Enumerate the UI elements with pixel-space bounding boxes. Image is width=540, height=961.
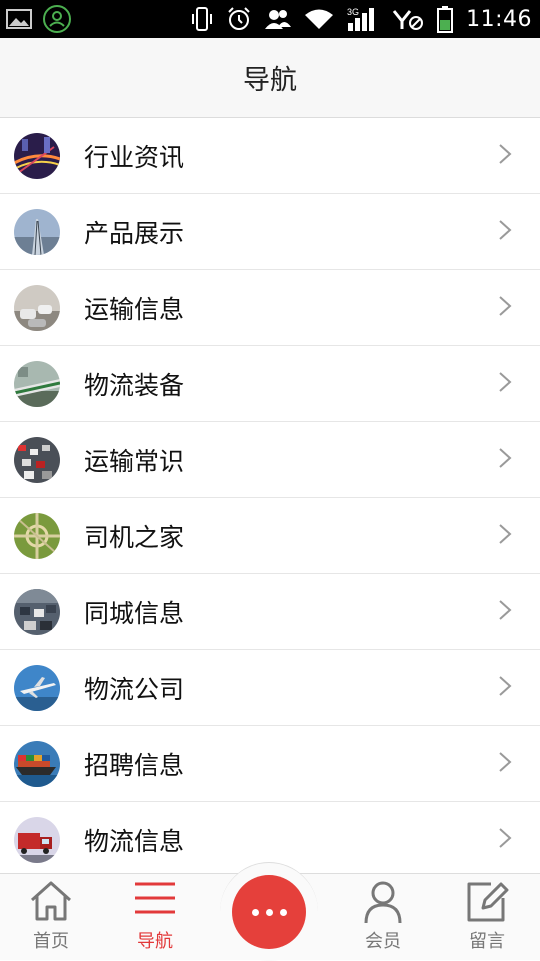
nav-item-industry-news[interactable]: 行业资讯 xyxy=(0,118,540,194)
traffic-road-thumbnail xyxy=(14,284,60,331)
nav-list: 行业资讯 产品展示 运输信息 物流装备 运输常识 司机之家 同城信息 物流公司 … xyxy=(0,118,540,878)
nav-item-transport-info[interactable]: 运输信息 xyxy=(0,270,540,346)
cargo-ship-thumbnail xyxy=(14,740,60,787)
edit-icon xyxy=(465,880,509,928)
more-button[interactable] xyxy=(232,875,306,949)
nav-item-label: 物流信息 xyxy=(84,826,185,856)
nav-item-recruitment[interactable]: 招聘信息 xyxy=(0,726,540,802)
nav-item-label: 物流公司 xyxy=(84,674,185,704)
people-icon xyxy=(264,7,292,31)
city-traffic-thumbnail xyxy=(14,588,60,635)
center-button-backdrop xyxy=(220,862,318,961)
chevron-right-icon xyxy=(498,447,512,473)
railway-bridge-thumbnail xyxy=(14,208,60,255)
no-sim-icon xyxy=(392,7,424,31)
tab-member[interactable]: 会员 xyxy=(333,874,433,960)
chevron-right-icon xyxy=(498,143,512,169)
battery-icon xyxy=(436,5,454,33)
image-icon xyxy=(6,8,32,30)
alarm-icon xyxy=(226,6,252,32)
tab-message[interactable]: 留言 xyxy=(437,874,537,960)
clock-time: 11:46 xyxy=(466,6,532,32)
nav-item-label: 产品展示 xyxy=(84,218,185,248)
tab-home-label: 首页 xyxy=(33,931,69,952)
tab-nav-label: 导航 xyxy=(137,931,173,952)
bottom-tab-bar: 首页 导航 会员 留言 xyxy=(0,862,540,961)
nav-item-transport-knowledge[interactable]: 运输常识 xyxy=(0,422,540,498)
page-title: 导航 xyxy=(243,65,297,96)
wifi-icon xyxy=(304,7,334,31)
nav-item-label: 同城信息 xyxy=(84,598,185,628)
menu-icon xyxy=(133,880,177,920)
chevron-right-icon xyxy=(498,675,512,701)
highway-interchange-thumbnail xyxy=(14,512,60,559)
nav-item-label: 运输常识 xyxy=(84,446,185,476)
more-dots-icon xyxy=(251,908,287,916)
nav-item-label: 行业资讯 xyxy=(84,142,185,172)
chevron-right-icon xyxy=(498,523,512,549)
user-icon xyxy=(363,880,403,928)
traffic-jam-thumbnail xyxy=(14,436,60,483)
train-station-thumbnail xyxy=(14,360,60,407)
nav-item-products[interactable]: 产品展示 xyxy=(0,194,540,270)
chevron-right-icon xyxy=(498,751,512,777)
vibrate-icon xyxy=(190,6,214,32)
home-icon xyxy=(29,880,73,926)
tab-home[interactable]: 首页 xyxy=(1,874,101,960)
nav-item-label: 运输信息 xyxy=(84,294,185,324)
nav-item-logistics-equipment[interactable]: 物流装备 xyxy=(0,346,540,422)
nav-item-label: 招聘信息 xyxy=(84,750,185,780)
page-header: 导航 xyxy=(0,38,540,118)
nav-item-local-info[interactable]: 同城信息 xyxy=(0,574,540,650)
nav-item-driver-home[interactable]: 司机之家 xyxy=(0,498,540,574)
tab-nav[interactable]: 导航 xyxy=(105,874,205,960)
nav-item-logistics-companies[interactable]: 物流公司 xyxy=(0,650,540,726)
network-type-label: 3G xyxy=(347,7,359,17)
nav-item-label: 司机之家 xyxy=(84,522,185,552)
tab-message-label: 留言 xyxy=(469,931,505,952)
chevron-right-icon xyxy=(498,599,512,625)
night-highway-thumbnail xyxy=(14,132,60,179)
chevron-right-icon xyxy=(498,219,512,245)
signal-icon: 3G xyxy=(346,5,380,33)
chevron-right-icon xyxy=(498,827,512,853)
chevron-right-icon xyxy=(498,371,512,397)
tab-member-label: 会员 xyxy=(365,931,401,952)
chevron-right-icon xyxy=(498,295,512,321)
airplane-thumbnail xyxy=(14,664,60,711)
contact-icon xyxy=(42,4,72,34)
nav-item-label: 物流装备 xyxy=(84,370,185,400)
status-bar: 3G 11:46 xyxy=(0,0,540,38)
red-truck-thumbnail xyxy=(14,816,60,863)
